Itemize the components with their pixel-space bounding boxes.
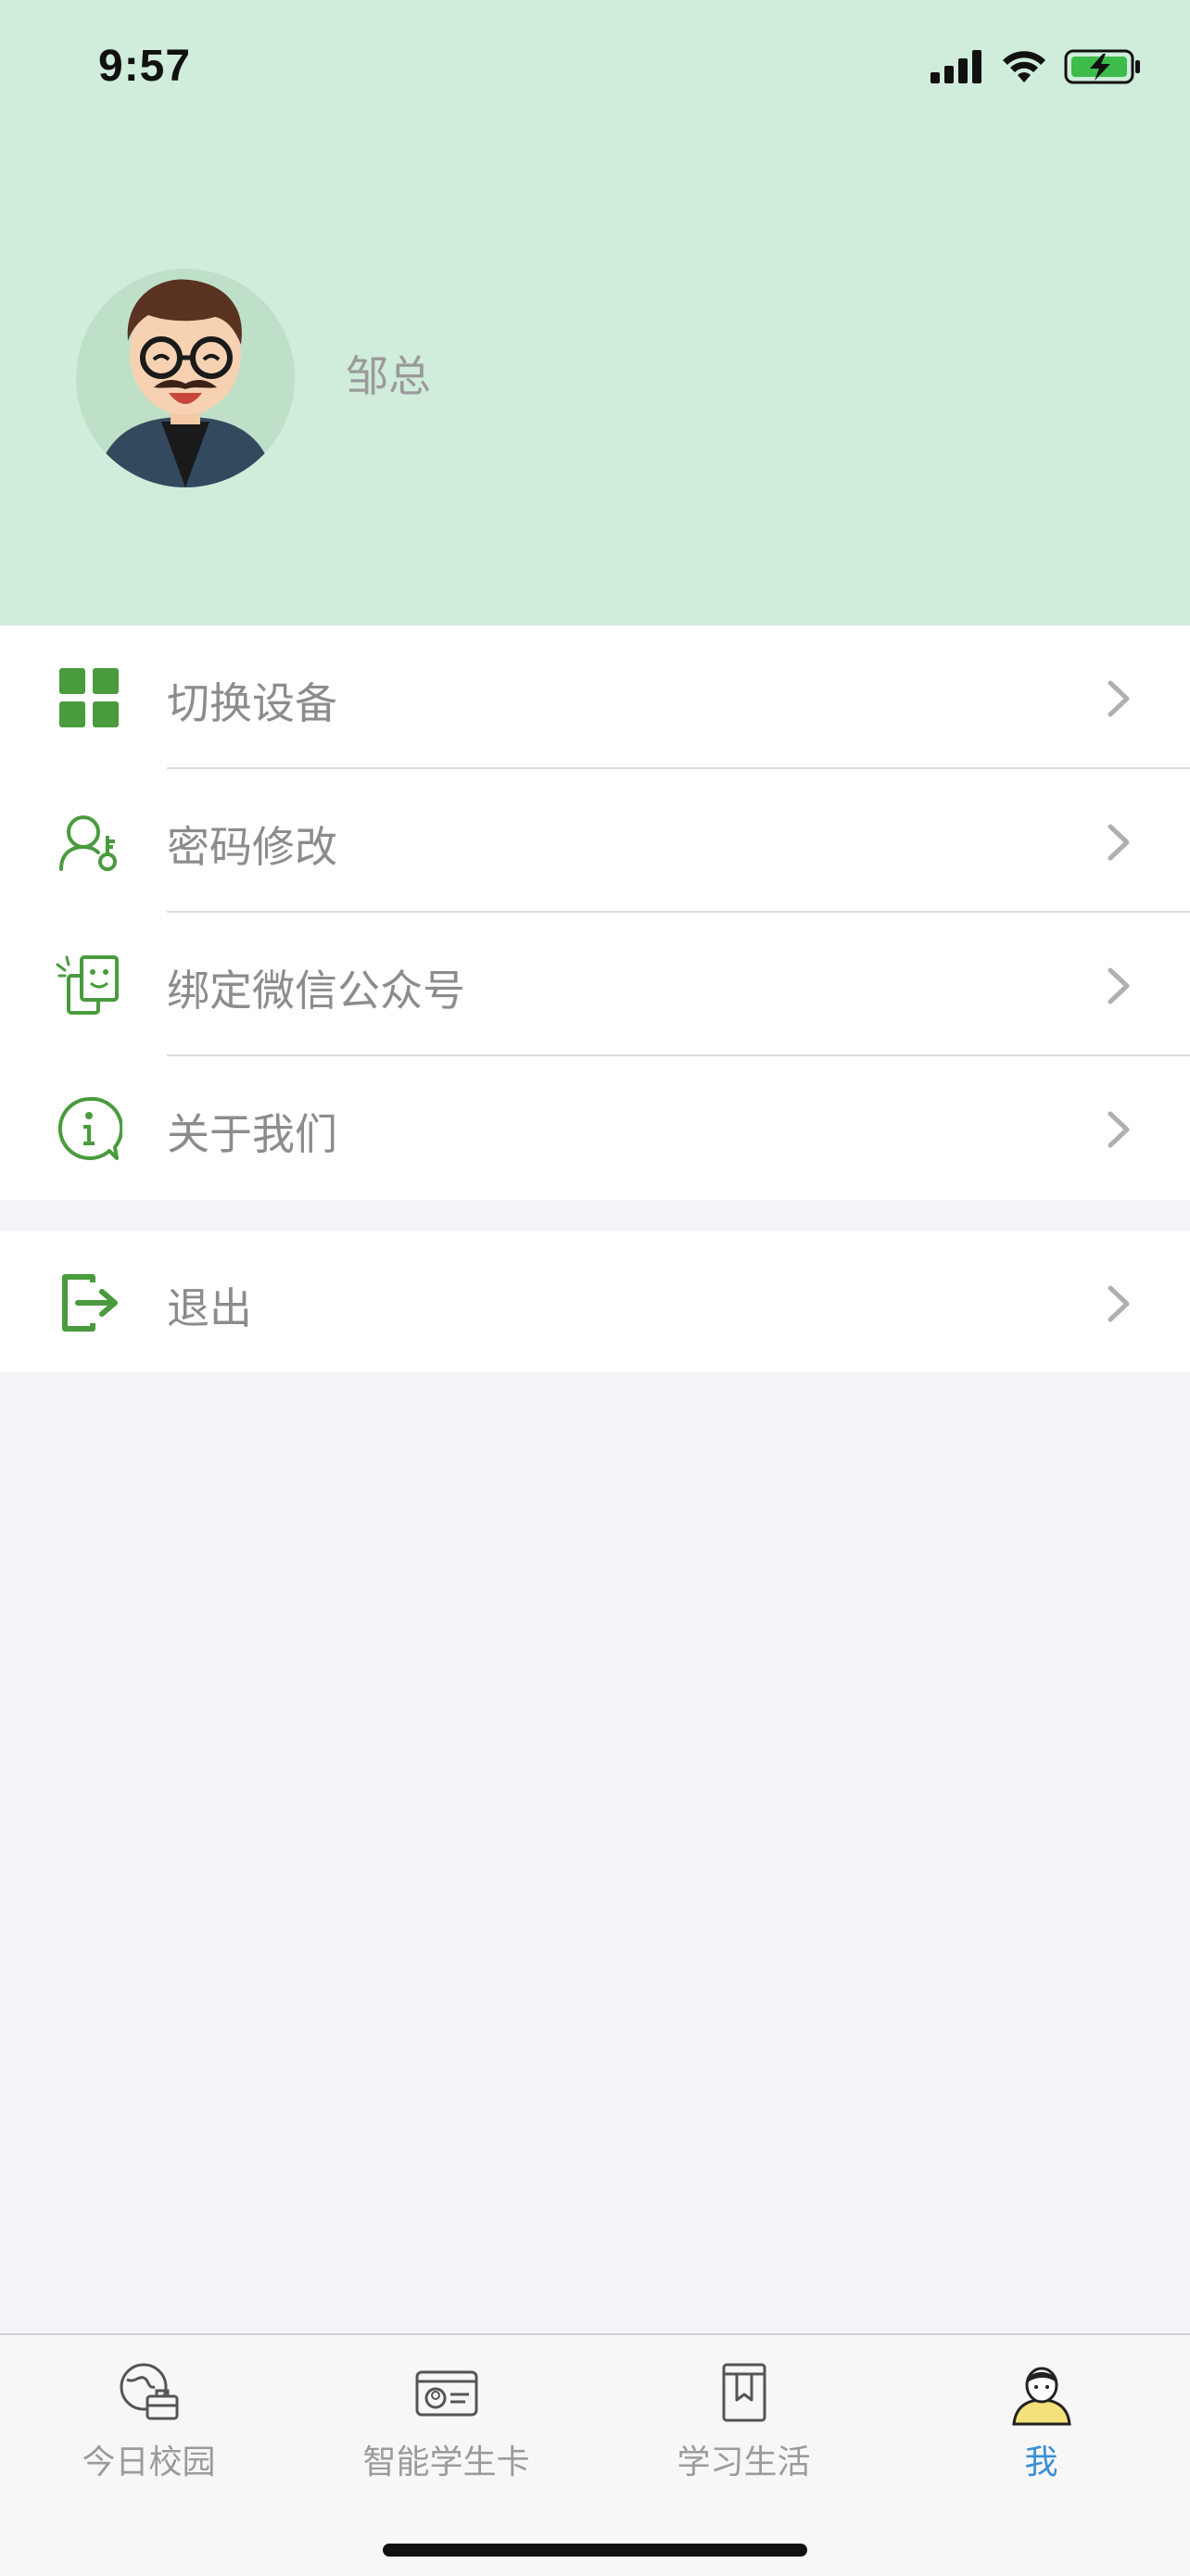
campus-icon [120,2363,178,2420]
profile-icon [1011,2367,1071,2426]
battery-charging-icon [1064,49,1140,84]
menu-item-about-us[interactable]: 关于我们 [0,1056,1190,1200]
chevron-right-icon [1108,680,1130,717]
avatar[interactable] [76,269,295,487]
home-indicator[interactable] [383,2544,807,2557]
chevron-right-icon [1108,1285,1130,1322]
menu-item-label: 绑定微信公众号 [167,966,465,1016]
student-card-icon [415,2370,477,2417]
tab-label: 智能学生卡 [362,2443,530,2481]
settings-menu: 切换设备 密码修改 绑定微信公众号 关于我们 [0,625,1190,1200]
menu-item-change-password[interactable]: 密码修改 [0,769,1190,913]
chevron-right-icon [1108,1111,1130,1148]
status-time: 9:57 [98,42,192,91]
tab-today-campus[interactable]: 今日校园 [0,2335,298,2511]
info-icon [57,1096,122,1160]
menu-item-bind-wechat[interactable]: 绑定微信公众号 [0,913,1190,1056]
logout-icon [62,1274,118,1332]
menu-item-label: 密码修改 [167,822,337,872]
tab-student-card[interactable]: 智能学生卡 [298,2335,595,2511]
status-bar: 9:57 [0,0,1190,139]
chevron-right-icon [1108,824,1130,861]
menu-item-switch-device[interactable]: 切换设备 [0,625,1190,769]
user-key-icon [59,815,117,871]
bottom-tab-bar: 今日校园 智能学生卡 学习生活 我 [0,2333,1190,2576]
status-icons [930,48,1142,85]
menu-item-label: 退出 [167,1283,252,1333]
tab-label: 学习生活 [677,2443,811,2481]
wifi-icon [1003,51,1045,82]
menu-item-label: 切换设备 [167,678,337,728]
chevron-right-icon [1108,967,1130,1004]
tab-study-life[interactable]: 学习生活 [595,2335,892,2511]
tab-label: 今日校园 [82,2443,216,2481]
user-name: 邹总 [346,351,431,401]
tab-label: 我 [1024,2443,1058,2481]
signal-icon [930,50,981,83]
tab-me[interactable]: 我 [892,2335,1190,2511]
menu-item-logout[interactable]: 退出 [0,1231,1190,1374]
menu-item-label: 关于我们 [167,1109,337,1159]
wechat-bind-icon [56,955,119,1015]
logout-group: 退出 [0,1231,1190,1372]
profile-header: 9:57 邹总 [0,0,1190,625]
grid-icon [59,668,119,727]
book-icon [722,2363,766,2422]
